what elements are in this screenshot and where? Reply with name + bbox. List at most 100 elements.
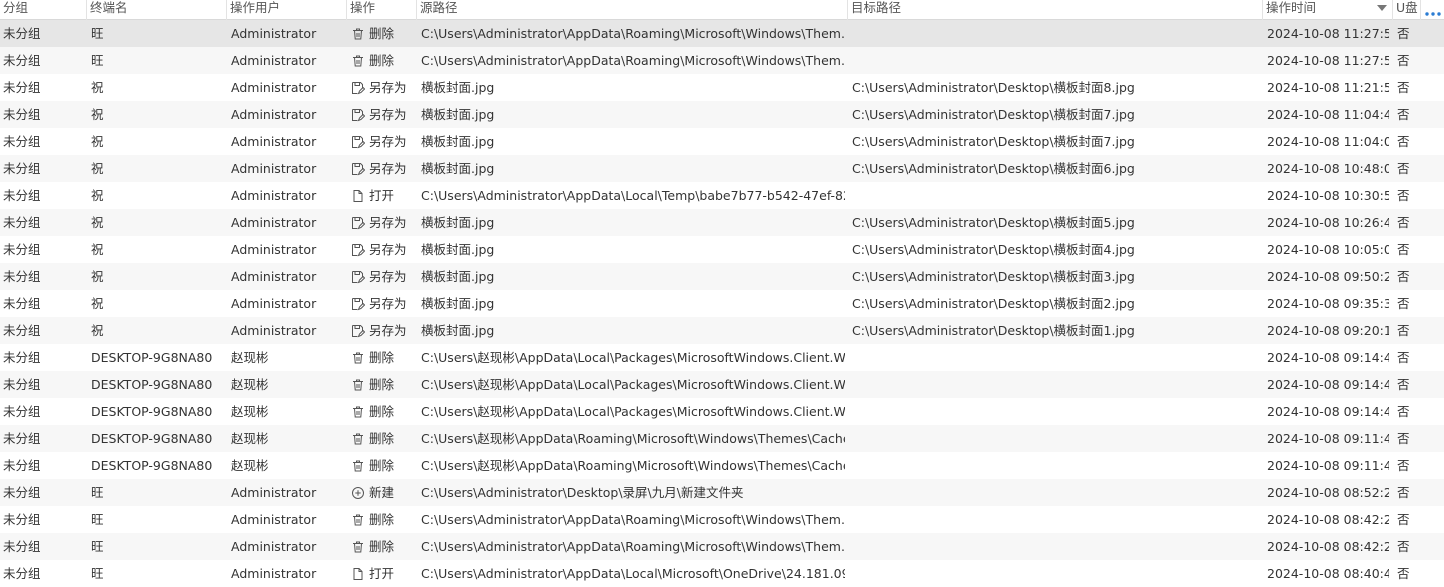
group-cell: 未分组 <box>3 404 41 419</box>
time-cell: 2024-10-08 09:11:43 <box>1267 431 1389 446</box>
table-row[interactable]: 未分组 旺 Administrator 新建 C:\Users\Administrato… <box>0 479 1444 506</box>
group-cell: 未分组 <box>3 80 41 95</box>
file-icon <box>351 189 365 203</box>
source-path-cell: 横板封面.jpg <box>421 134 495 149</box>
plus-circle-icon <box>351 486 365 500</box>
table-row[interactable]: 未分组 祝 Administrator 另存为 横板封面.jpg C:\Users\Adm… <box>0 209 1444 236</box>
source-path-cell: 横板封面.jpg <box>421 323 495 338</box>
source-path-cell: C:\Users\赵现彬\AppData\Roaming\Microsoft\W… <box>421 458 845 473</box>
trash-icon <box>351 27 365 41</box>
column-header-user[interactable]: 操作用户 <box>227 0 347 20</box>
column-header-target[interactable]: 目标路径 <box>848 0 1263 20</box>
target-path-cell <box>852 344 1260 371</box>
column-header-source[interactable]: 源路径 <box>417 0 848 20</box>
operation-cell: 另存为 <box>351 290 413 317</box>
user-cell: 赵现彬 <box>231 350 269 365</box>
table-row[interactable]: 未分组 祝 Administrator 另存为 横板封面.jpg C:\Users\Adm… <box>0 317 1444 344</box>
user-cell: Administrator <box>231 134 317 149</box>
table-row[interactable]: 未分组 旺 Administrator 删除 C:\Users\Administrato… <box>0 47 1444 74</box>
table-header: 分组 终端名 操作用户 操作 源路径 目标路径 操作时间 U盘 <box>0 0 1444 20</box>
table-row[interactable]: 未分组 祝 Administrator 另存为 横板封面.jpg C:\Users\Adm… <box>0 155 1444 182</box>
column-header-operation[interactable]: 操作 <box>347 0 417 20</box>
table-row[interactable]: 未分组 祝 Administrator 另存为 横板封面.jpg C:\Users\Adm… <box>0 101 1444 128</box>
user-cell: Administrator <box>231 323 317 338</box>
table-row[interactable]: 未分组 DESKTOP-9G8NA80 赵现彬 删除 C:\Users\赵现彬\AppD… <box>0 371 1444 398</box>
operation-cell: 删除 <box>351 452 413 479</box>
source-path-cell: C:\Users\Administrator\AppData\Roaming\M… <box>421 512 845 527</box>
table-row[interactable]: 未分组 旺 Administrator 删除 C:\Users\Administrato… <box>0 533 1444 560</box>
terminal-cell: 祝 <box>91 215 104 230</box>
table-row[interactable]: 未分组 祝 Administrator 另存为 横板封面.jpg C:\Users\Adm… <box>0 74 1444 101</box>
time-cell: 2024-10-08 09:35:38 <box>1267 296 1389 311</box>
table-row[interactable]: 未分组 DESKTOP-9G8NA80 赵现彬 删除 C:\Users\赵现彬\AppD… <box>0 344 1444 371</box>
operation-label: 删除 <box>369 53 395 68</box>
column-header-terminal[interactable]: 终端名 <box>87 0 227 20</box>
operation-label: 删除 <box>369 377 395 392</box>
target-path-cell: C:\Users\Administrator\Desktop\横板封面2.jpg <box>852 296 1135 311</box>
group-cell: 未分组 <box>3 242 41 257</box>
time-cell: 2024-10-08 11:27:58 <box>1267 26 1389 41</box>
terminal-cell: 祝 <box>91 134 104 149</box>
terminal-cell: DESKTOP-9G8NA80 <box>91 431 213 446</box>
usb-cell: 否 <box>1397 566 1410 581</box>
source-path-cell: 横板封面.jpg <box>421 107 495 122</box>
usb-cell: 否 <box>1397 350 1410 365</box>
group-cell: 未分组 <box>3 458 41 473</box>
operation-cell: 打开 <box>351 560 413 587</box>
target-path-cell: C:\Users\Administrator\Desktop\横板封面7.jpg <box>852 134 1135 149</box>
operation-cell: 另存为 <box>351 101 413 128</box>
source-path-cell: C:\Users\赵现彬\AppData\Roaming\Microsoft\W… <box>421 431 845 446</box>
table-row[interactable]: 未分组 祝 Administrator 另存为 横板封面.jpg C:\Users\Adm… <box>0 290 1444 317</box>
column-header-time-label: 操作时间 <box>1266 0 1317 15</box>
table-row[interactable]: 未分组 祝 Administrator 另存为 横板封面.jpg C:\Users\Adm… <box>0 236 1444 263</box>
operation-label: 打开 <box>369 566 395 581</box>
usb-cell: 否 <box>1397 431 1410 446</box>
source-path-cell: C:\Users\Administrator\AppData\Local\Tem… <box>421 188 845 203</box>
target-path-cell: C:\Users\Administrator\Desktop\横板封面5.jpg <box>852 215 1135 230</box>
table-row[interactable]: 未分组 祝 Administrator 另存为 横板封面.jpg C:\Users\Adm… <box>0 263 1444 290</box>
group-cell: 未分组 <box>3 161 41 176</box>
group-cell: 未分组 <box>3 431 41 446</box>
target-path-cell <box>852 371 1260 398</box>
terminal-cell: 旺 <box>91 566 104 581</box>
table-row[interactable]: 未分组 祝 Administrator 另存为 横板封面.jpg C:\Users\Adm… <box>0 128 1444 155</box>
source-path-cell: C:\Users\Administrator\AppData\Local\Mic… <box>421 566 845 581</box>
trash-icon <box>351 513 365 527</box>
table-row[interactable]: 未分组 祝 Administrator 打开 C:\Users\Administrato… <box>0 182 1444 209</box>
time-cell: 2024-10-08 08:52:26 <box>1267 485 1389 500</box>
operation-label: 删除 <box>369 350 395 365</box>
terminal-cell: DESKTOP-9G8NA80 <box>91 350 213 365</box>
target-path-cell: C:\Users\Administrator\Desktop\横板封面1.jpg <box>852 323 1135 338</box>
user-cell: Administrator <box>231 161 317 176</box>
more-options-icon[interactable] <box>1424 10 1442 18</box>
column-header-time[interactable]: 操作时间 <box>1263 0 1393 20</box>
save-as-icon <box>351 216 365 230</box>
table-row[interactable]: 未分组 DESKTOP-9G8NA80 赵现彬 删除 C:\Users\赵现彬\AppD… <box>0 452 1444 479</box>
table-row[interactable]: 未分组 旺 Administrator 打开 C:\Users\Administrato… <box>0 560 1444 587</box>
user-cell: Administrator <box>231 80 317 95</box>
table-row[interactable]: 未分组 旺 Administrator 删除 C:\Users\Administrato… <box>0 20 1444 47</box>
user-cell: Administrator <box>231 269 317 284</box>
user-cell: Administrator <box>231 485 317 500</box>
source-path-cell: C:\Users\赵现彬\AppData\Local\Packages\Micr… <box>421 377 845 392</box>
terminal-cell: 祝 <box>91 80 104 95</box>
terminal-cell: 祝 <box>91 161 104 176</box>
table-row[interactable]: 未分组 DESKTOP-9G8NA80 赵现彬 删除 C:\Users\赵现彬\AppD… <box>0 398 1444 425</box>
usb-cell: 否 <box>1397 53 1410 68</box>
sort-descending-icon[interactable] <box>1377 5 1387 11</box>
terminal-cell: 旺 <box>91 512 104 527</box>
table-row[interactable]: 未分组 DESKTOP-9G8NA80 赵现彬 删除 C:\Users\赵现彬\AppD… <box>0 425 1444 452</box>
column-header-usb[interactable]: U盘 <box>1393 0 1421 20</box>
operation-label: 另存为 <box>369 242 407 257</box>
column-header-group[interactable]: 分组 <box>0 0 87 20</box>
source-path-cell: 横板封面.jpg <box>421 215 495 230</box>
table-row[interactable]: 未分组 旺 Administrator 删除 C:\Users\Administrato… <box>0 506 1444 533</box>
terminal-cell: DESKTOP-9G8NA80 <box>91 404 213 419</box>
usb-cell: 否 <box>1397 296 1410 311</box>
trash-icon <box>351 540 365 554</box>
operation-cell: 另存为 <box>351 209 413 236</box>
time-cell: 2024-10-08 08:42:20 <box>1267 512 1389 527</box>
operation-cell: 删除 <box>351 533 413 560</box>
group-cell: 未分组 <box>3 269 41 284</box>
operation-label: 删除 <box>369 458 395 473</box>
